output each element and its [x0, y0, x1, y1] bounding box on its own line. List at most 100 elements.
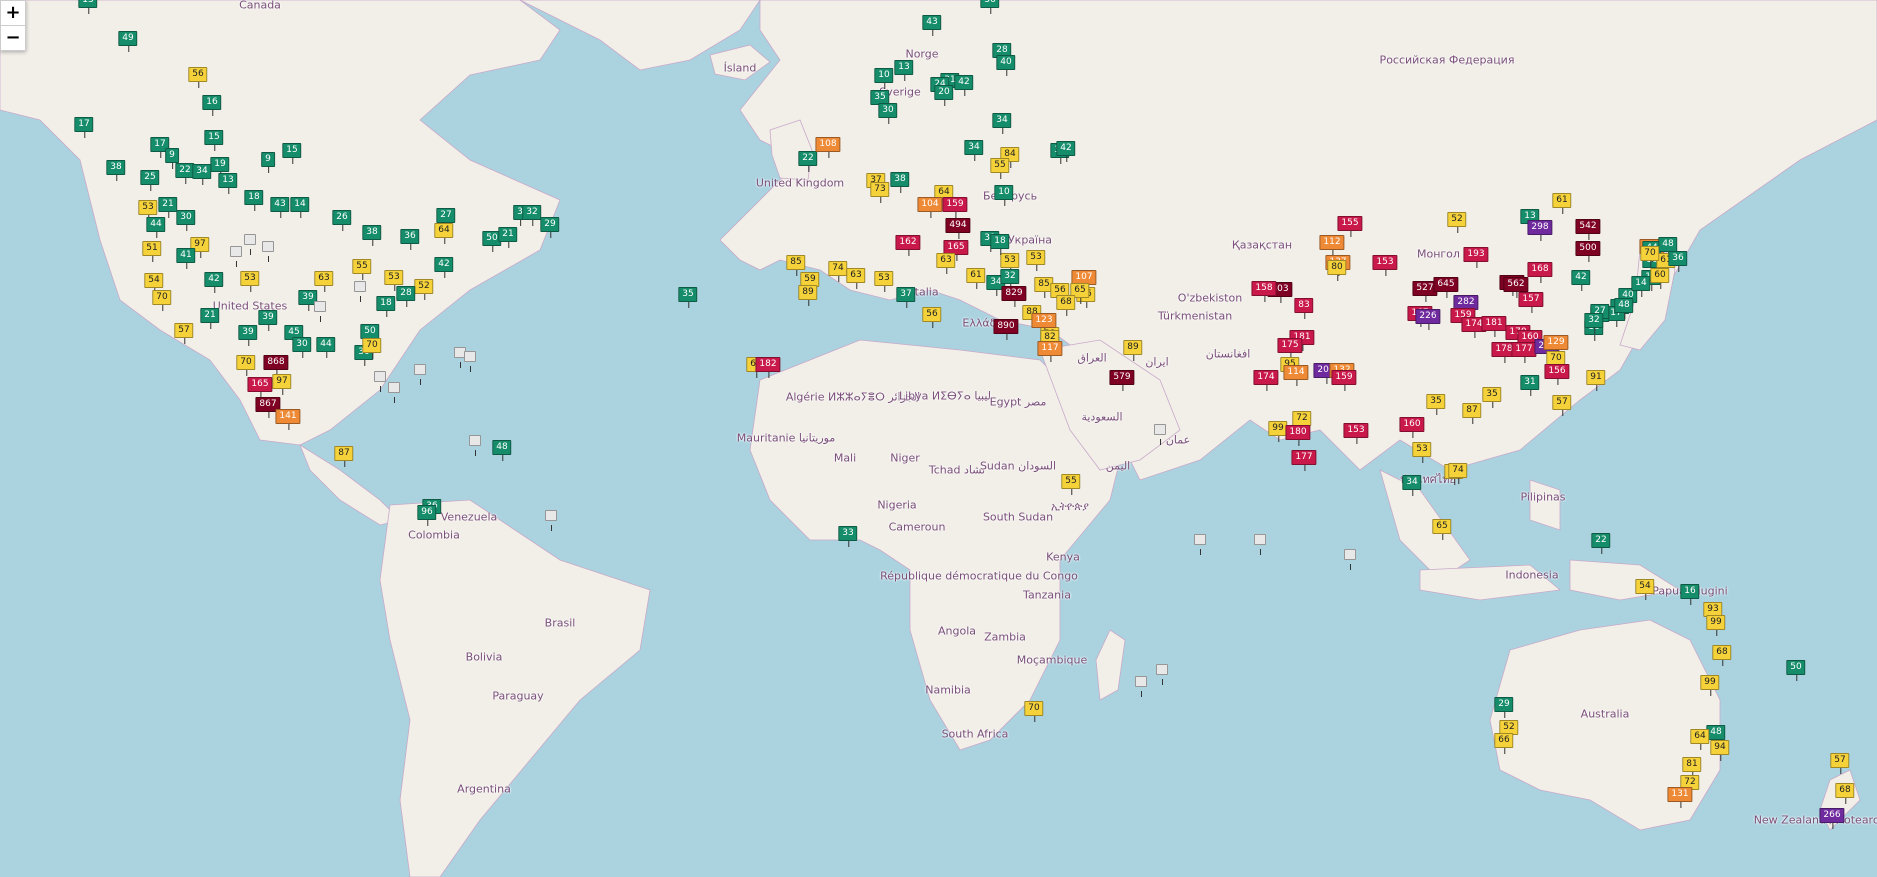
aqi-station-marker[interactable]: 63	[936, 253, 956, 274]
aqi-station-marker[interactable]: 500	[1575, 241, 1601, 262]
aqi-station-marker[interactable]: 68	[1712, 645, 1732, 666]
aqi-station-marker[interactable]: 42	[434, 257, 454, 278]
aqi-station-marker[interactable]: 54	[144, 273, 164, 294]
aqi-station-marker[interactable]: 15	[282, 143, 302, 164]
aqi-station-marker[interactable]: 56	[922, 307, 942, 328]
aqi-station-marker[interactable]: 66	[1494, 733, 1514, 754]
aqi-station-marker[interactable]: 180	[1285, 425, 1311, 446]
aqi-station-marker[interactable]: 42	[954, 75, 974, 96]
aqi-station-marker[interactable]: 29	[540, 217, 560, 238]
aqi-station-marker[interactable]: 53	[384, 270, 404, 291]
aqi-station-marker[interactable]: 94	[1710, 740, 1730, 761]
aqi-station-marker[interactable]: 72	[1292, 411, 1312, 432]
aqi-station-marker[interactable]: 18	[376, 296, 396, 317]
aqi-station-marker[interactable]: 645	[1433, 277, 1459, 298]
aqi-station-marker[interactable]: 17	[74, 117, 94, 138]
aqi-station-marker[interactable]: 21	[498, 227, 518, 248]
aqi-station-marker[interactable]: 123	[1031, 313, 1057, 334]
aqi-station-marker[interactable]: 74	[828, 261, 848, 282]
aqi-station-marker[interactable]: 39	[238, 325, 258, 346]
aqi-station-marker[interactable]: 18	[244, 190, 264, 211]
aqi-station-marker[interactable]: 177	[1291, 450, 1317, 471]
aqi-station-marker[interactable]: 153	[1372, 255, 1398, 276]
aqi-station-marker[interactable]: 53	[1026, 250, 1046, 271]
aqi-station-marker[interactable]: 20	[934, 85, 954, 106]
aqi-station-marker[interactable]: 99	[1700, 675, 1720, 696]
aqi-station-marker[interactable]: 96	[417, 505, 437, 526]
aqi-station-marker[interactable]: 85	[786, 255, 806, 276]
aqi-station-marker[interactable]: 160	[1399, 417, 1425, 438]
aqi-station-marker[interactable]: 159	[942, 197, 968, 218]
aqi-station-marker[interactable]: 80	[1327, 260, 1347, 281]
no-data-station-marker[interactable]	[464, 351, 476, 372]
aqi-station-marker[interactable]: 61	[1552, 193, 1572, 214]
aqi-station-marker[interactable]: 14	[1631, 276, 1651, 297]
aqi-station-marker[interactable]: 81	[1682, 757, 1702, 778]
aqi-station-marker[interactable]: 74	[1448, 463, 1468, 484]
aqi-station-marker[interactable]: 21	[158, 197, 178, 218]
aqi-station-marker[interactable]: 43	[922, 15, 942, 36]
aqi-station-marker[interactable]: 542	[1575, 219, 1601, 240]
aqi-station-marker[interactable]: 64	[1690, 729, 1710, 750]
aqi-station-marker[interactable]: 266	[1819, 808, 1845, 829]
aqi-station-marker[interactable]: 55	[352, 259, 372, 280]
aqi-station-marker[interactable]: 829	[1001, 286, 1027, 307]
aqi-station-marker[interactable]: 83	[1294, 298, 1314, 319]
aqi-station-marker[interactable]: 41	[176, 248, 196, 269]
aqi-station-marker[interactable]: 52	[414, 279, 434, 300]
aqi-station-marker[interactable]: 61	[966, 268, 986, 289]
aqi-station-marker[interactable]: 112	[1319, 235, 1345, 256]
aqi-station-marker[interactable]: 31	[1520, 375, 1540, 396]
aqi-station-marker[interactable]: 38	[362, 225, 382, 246]
aqi-station-marker[interactable]: 55	[1061, 474, 1081, 495]
aqi-station-marker[interactable]: 9	[261, 152, 275, 173]
no-data-station-marker[interactable]	[414, 364, 426, 385]
aqi-station-marker[interactable]: 33	[838, 526, 858, 547]
aqi-station-marker[interactable]: 50	[360, 324, 380, 345]
aqi-station-marker[interactable]: 298	[1527, 220, 1553, 241]
aqi-station-marker[interactable]: 193	[1463, 247, 1489, 268]
aqi-station-marker[interactable]: 177	[1511, 342, 1537, 363]
no-data-station-marker[interactable]	[354, 281, 366, 302]
aqi-station-marker[interactable]: 64	[434, 223, 454, 244]
no-data-station-marker[interactable]	[1135, 676, 1147, 697]
aqi-station-marker[interactable]: 226	[1415, 309, 1441, 330]
no-data-station-marker[interactable]	[1344, 549, 1356, 570]
aqi-station-marker[interactable]: 16	[1680, 584, 1700, 605]
aqi-station-marker[interactable]: 51	[142, 241, 162, 262]
aqi-world-map[interactable]: Canada Ísland Norge Sverige Российская Федер…	[0, 0, 1877, 877]
aqi-station-marker[interactable]: 37	[896, 287, 916, 308]
aqi-station-marker[interactable]: 153	[1343, 423, 1369, 444]
no-data-station-marker[interactable]	[388, 382, 400, 403]
aqi-station-marker[interactable]: 36	[1668, 251, 1688, 272]
aqi-station-marker[interactable]: 65	[1432, 519, 1452, 540]
aqi-station-marker[interactable]: 14	[290, 197, 310, 218]
aqi-station-marker[interactable]: 99	[1706, 615, 1726, 636]
aqi-station-marker[interactable]: 129	[1543, 335, 1569, 356]
aqi-station-marker[interactable]: 562	[1503, 277, 1529, 298]
aqi-station-marker[interactable]: 68	[1056, 295, 1076, 316]
aqi-station-marker[interactable]: 175	[1277, 338, 1303, 359]
aqi-station-marker[interactable]: 13	[894, 60, 914, 81]
aqi-station-marker[interactable]: 38	[106, 160, 126, 181]
aqi-station-marker[interactable]: 57	[1830, 753, 1850, 774]
zoom-in-button[interactable]: +	[1, 1, 25, 25]
aqi-station-marker[interactable]: 42	[204, 272, 224, 293]
aqi-station-marker[interactable]: 40	[996, 55, 1016, 76]
aqi-station-marker[interactable]: 131	[1667, 787, 1693, 808]
aqi-station-marker[interactable]: 34	[1402, 475, 1422, 496]
aqi-station-marker[interactable]: 10	[994, 185, 1014, 206]
aqi-station-marker[interactable]: 32	[1584, 313, 1604, 334]
aqi-station-marker[interactable]: 54	[1635, 579, 1655, 600]
aqi-station-marker[interactable]: 165	[247, 377, 273, 398]
aqi-station-marker[interactable]: 890	[993, 319, 1019, 340]
aqi-station-marker[interactable]: 21	[200, 308, 220, 329]
aqi-station-marker[interactable]: 42	[1056, 141, 1076, 162]
aqi-station-marker[interactable]: 156	[1544, 364, 1570, 385]
aqi-station-marker[interactable]: 16	[202, 95, 222, 116]
aqi-station-marker[interactable]: 60	[1650, 268, 1670, 289]
aqi-station-marker[interactable]: 9	[165, 148, 179, 169]
aqi-station-marker[interactable]: 32	[522, 205, 542, 226]
no-data-station-marker[interactable]	[469, 435, 481, 456]
aqi-station-marker[interactable]: 114	[1283, 365, 1309, 386]
